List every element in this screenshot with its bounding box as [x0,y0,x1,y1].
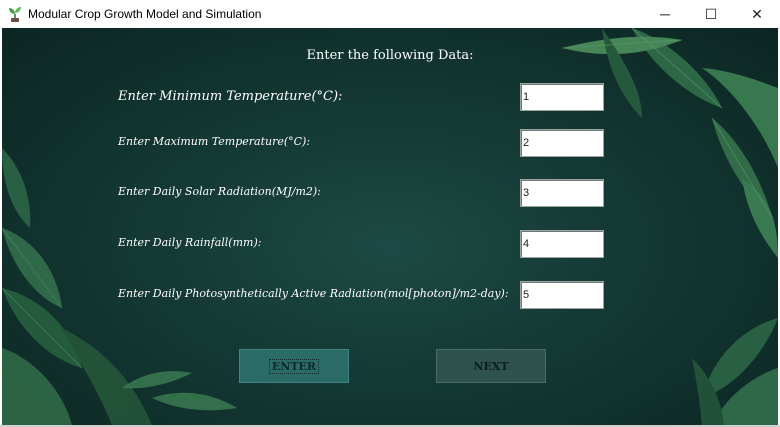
par-input[interactable] [520,281,604,309]
par-label: Enter Daily Photosynthetically Active Ra… [118,287,509,300]
enter-button-label: ENTER [268,358,320,374]
min-temperature-input[interactable] [520,83,604,111]
next-button[interactable]: NEXT [436,349,546,383]
maximize-button[interactable]: ☐ [688,0,734,28]
form-panel: Enter the following Data: Enter Minimum … [2,28,778,425]
app-window: Modular Crop Growth Model and Simulation… [0,0,780,427]
rainfall-label: Enter Daily Rainfall(mm): [118,236,262,249]
window-title: Modular Crop Growth Model and Simulation [28,7,262,21]
title-bar[interactable]: Modular Crop Growth Model and Simulation… [0,0,780,29]
maximize-icon: ☐ [704,5,718,22]
leaf-decoration [2,28,778,425]
solar-radiation-label: Enter Daily Solar Radiation(MJ/m2): [118,185,321,198]
solar-radiation-input[interactable] [520,179,604,207]
next-button-label: NEXT [473,359,509,373]
close-button[interactable]: ✕ [734,0,780,28]
enter-button[interactable]: ENTER [239,349,349,383]
min-temperature-label: Enter Minimum Temperature(°C): [118,89,343,104]
form-heading: Enter the following Data: [306,48,474,63]
minimize-icon: ─ [660,6,670,22]
max-temperature-label: Enter Maximum Temperature(°C): [118,135,311,148]
close-icon: ✕ [751,5,763,22]
rainfall-input[interactable] [520,230,604,258]
minimize-button[interactable]: ─ [642,0,688,28]
seedling-icon [9,7,21,22]
max-temperature-input[interactable] [520,129,604,157]
